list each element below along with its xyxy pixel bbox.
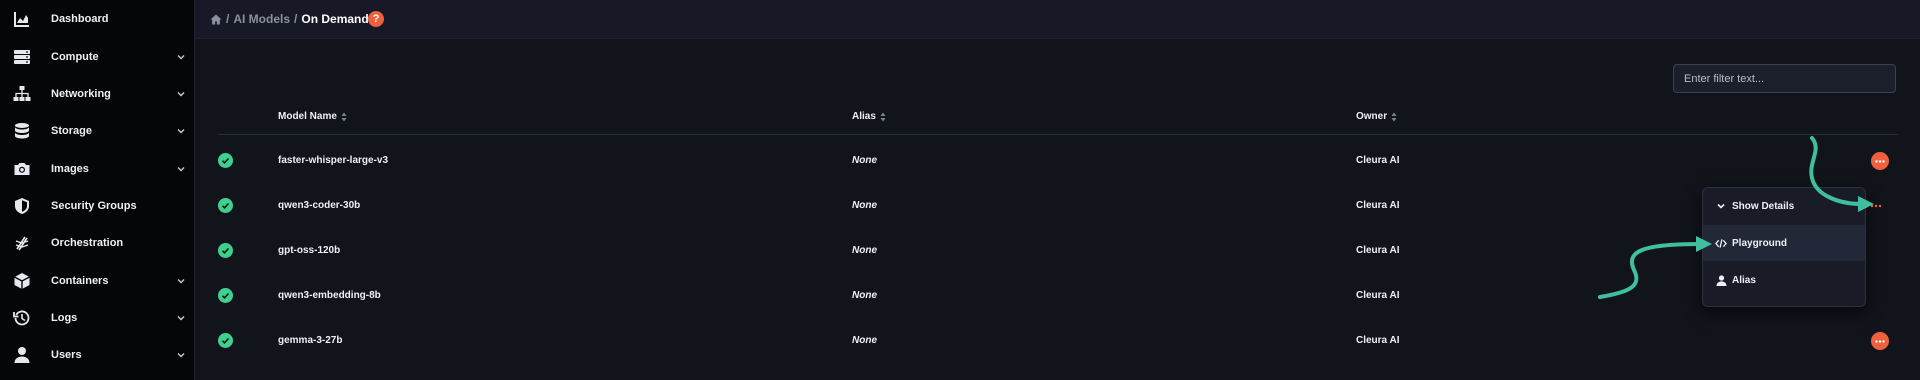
column-header-owner[interactable]: Owner (1356, 111, 1397, 122)
model-name: faster-whisper-large-v3 (278, 155, 389, 166)
sidebar-item-dashboard[interactable]: Dashboard (0, 2, 194, 36)
model-name: qwen3-coder-30b (278, 200, 361, 211)
filter-input[interactable] (1673, 64, 1896, 93)
model-alias: None (852, 200, 877, 211)
chevron-down-icon (1715, 200, 1727, 212)
sidebar-item-logs[interactable]: Logs (0, 301, 194, 335)
ellipsis-icon[interactable] (1870, 203, 1882, 209)
breadcrumb-parent-link[interactable]: AI Models (233, 12, 290, 26)
chevron-down-icon (177, 353, 185, 358)
column-header-alias[interactable]: Alias (852, 111, 886, 122)
sidebar-item-label: Compute (51, 51, 99, 63)
menu-item-label: Playground (1732, 237, 1788, 249)
column-header-model-name[interactable]: Model Name (278, 111, 347, 122)
status-ok-icon (218, 333, 233, 348)
history-icon (13, 309, 31, 327)
sidebar-item-storage[interactable]: Storage (0, 114, 194, 148)
table-header: Model Name Alias Owner (218, 106, 1898, 135)
cube-icon (13, 272, 31, 290)
sidebar-item-label: Logs (51, 312, 78, 324)
menu-item-playground[interactable]: Playground (1703, 225, 1865, 261)
model-owner: Cleura AI (1356, 245, 1400, 256)
sidebar-item-images[interactable]: Images (0, 152, 194, 186)
model-owner: Cleura AI (1356, 200, 1400, 211)
chart-area-icon (13, 10, 31, 28)
server-icon (13, 48, 31, 66)
chevron-down-icon (177, 55, 185, 60)
status-ok-icon (218, 243, 233, 258)
sitemap-icon (13, 85, 31, 103)
help-icon[interactable]: ? (368, 11, 384, 27)
database-icon (13, 122, 31, 140)
column-header-label: Alias (852, 111, 876, 122)
row-actions-menu: Show Details Playground Alias (1702, 187, 1866, 307)
shield-icon (13, 197, 31, 215)
sort-icon (880, 112, 886, 121)
menu-item-label: Alias (1732, 274, 1756, 286)
menu-item-label: Show Details (1732, 200, 1795, 212)
breadcrumb: / AI Models / On Demand (210, 12, 369, 26)
sidebar-item-networking[interactable]: Networking (0, 77, 194, 111)
ellipsis-icon (1875, 159, 1885, 163)
sidebar-item-compute[interactable]: Compute (0, 40, 194, 74)
page-title: On Demand (301, 12, 369, 26)
sidebar-item-label: Storage (51, 125, 92, 137)
top-bar (195, 0, 1920, 39)
model-alias: None (852, 290, 877, 301)
breadcrumb-separator: / (226, 12, 230, 26)
sidebar-item-orchestration[interactable]: Orchestration (0, 226, 194, 260)
model-owner: Cleura AI (1356, 290, 1400, 301)
menu-item-alias[interactable]: Alias (1703, 262, 1865, 298)
status-ok-icon (218, 153, 233, 168)
layers-icon (13, 234, 31, 252)
chevron-down-icon (177, 167, 185, 172)
sidebar-item-label: Images (51, 163, 89, 175)
sort-icon (1391, 112, 1397, 121)
model-alias: None (852, 245, 877, 256)
breadcrumb-separator: / (294, 12, 298, 26)
model-owner: Cleura AI (1356, 155, 1400, 166)
column-header-label: Model Name (278, 111, 337, 122)
user-icon (13, 346, 31, 364)
model-alias: None (852, 335, 877, 346)
chevron-down-icon (177, 92, 185, 97)
chevron-down-icon (177, 279, 185, 284)
sidebar-item-label: Users (51, 349, 82, 361)
sidebar-item-security-groups[interactable]: Security Groups (0, 189, 194, 223)
model-owner: Cleura AI (1356, 335, 1400, 346)
camera-icon (13, 160, 31, 178)
status-ok-icon (218, 288, 233, 303)
model-name: gemma-3-27b (278, 335, 343, 346)
sidebar-item-users[interactable]: Users (0, 338, 194, 372)
home-icon[interactable] (210, 14, 222, 25)
sidebar-item-label: Networking (51, 88, 111, 100)
column-header-label: Owner (1356, 111, 1388, 122)
status-ok-icon (218, 198, 233, 213)
sidebar-item-label: Security Groups (51, 200, 137, 212)
sidebar-item-label: Containers (51, 275, 109, 287)
menu-item-show-details[interactable]: Show Details (1703, 188, 1865, 224)
chevron-down-icon (177, 129, 185, 134)
sidebar-item-containers[interactable]: Containers (0, 264, 194, 298)
sort-icon (341, 112, 347, 121)
code-icon (1715, 237, 1727, 249)
row-actions-button[interactable] (1871, 332, 1889, 350)
model-name: qwen3-embedding-8b (278, 290, 381, 301)
model-name: gpt-oss-120b (278, 245, 341, 256)
sidebar: Dashboard Compute Networking Storage Ima… (0, 0, 195, 380)
sidebar-item-label: Orchestration (51, 237, 124, 249)
user-icon (1715, 274, 1727, 286)
table-row[interactable]: qwen3-coder-30b None Cleura AI (218, 184, 1898, 228)
chevron-down-icon (177, 316, 185, 321)
table-row[interactable]: gemma-3-27b None Cleura AI (218, 319, 1898, 363)
model-alias: None (852, 155, 877, 166)
row-actions-button[interactable] (1871, 152, 1889, 170)
sidebar-item-label: Dashboard (51, 13, 109, 25)
table-row[interactable]: qwen3-embedding-8b None Cleura AI (218, 274, 1898, 318)
table-row[interactable]: faster-whisper-large-v3 None Cleura AI (218, 139, 1898, 183)
table-row[interactable]: gpt-oss-120b None Cleura AI (218, 229, 1898, 273)
ellipsis-icon (1875, 339, 1885, 343)
